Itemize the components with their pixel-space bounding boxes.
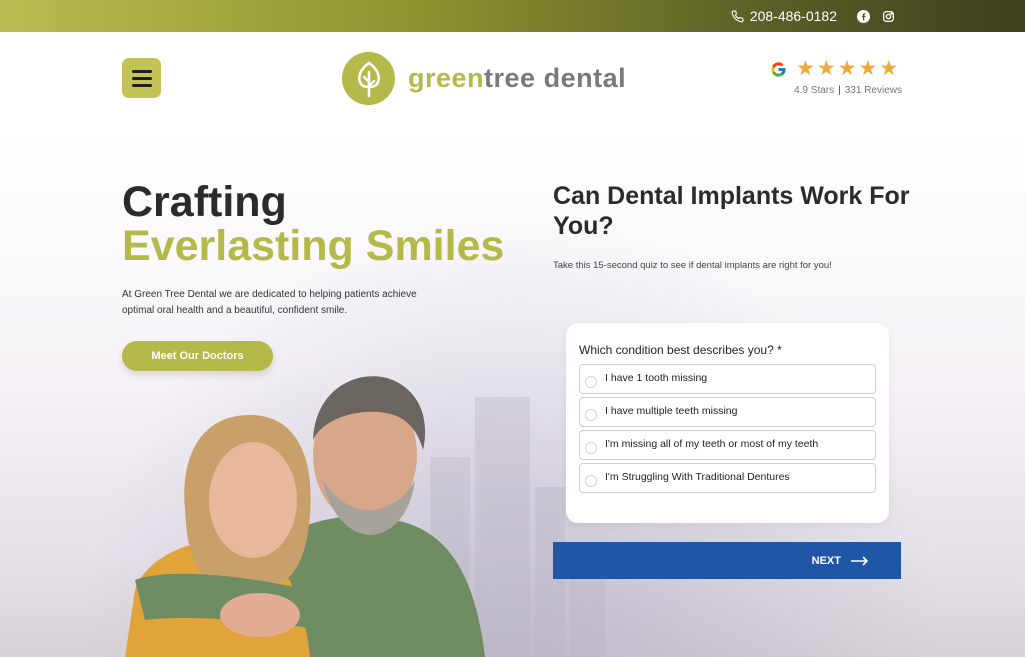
option-label: I have multiple teeth missing	[605, 405, 738, 417]
hero-title-line2: Everlasting Smiles	[122, 222, 505, 270]
quiz-option[interactable]: I'm Struggling With Traditional Dentures	[579, 463, 876, 493]
quiz-card: Which condition best describes you? * I …	[566, 323, 889, 523]
menu-bar	[131, 69, 152, 73]
star-icon: ★	[879, 57, 899, 80]
divider: |	[838, 85, 841, 96]
top-bar: 208-486-0182	[0, 0, 1025, 32]
radio-button[interactable]	[585, 441, 597, 454]
phone-link[interactable]: 208-486-0182	[731, 8, 837, 24]
hero-title: Crafting Everlasting Smiles	[122, 180, 504, 268]
star-icon: ★	[858, 57, 878, 80]
quiz-question: Which condition best describes you? *	[579, 343, 782, 357]
instagram-icon[interactable]	[882, 10, 895, 23]
quiz-title: Can Dental Implants Work For You?	[553, 182, 910, 240]
star-icon: ★	[796, 57, 815, 80]
hero-title-line1: Crafting	[122, 178, 287, 226]
logo-word-tree: tree	[484, 63, 536, 93]
option-label: I'm Struggling With Traditional Dentures	[605, 471, 790, 483]
star-icon: ★	[837, 57, 857, 80]
quiz-option[interactable]: I'm missing all of my teeth or most of m…	[579, 430, 876, 460]
logo-word-green: green	[408, 63, 485, 93]
menu-bar	[131, 76, 152, 80]
radio-button[interactable]	[585, 408, 597, 421]
radio-button[interactable]	[585, 474, 597, 487]
site-logo[interactable]: greentree dental	[342, 52, 626, 105]
phone-icon	[731, 10, 744, 22]
option-label: I have 1 tooth missing	[605, 372, 708, 384]
quiz-option[interactable]: I have multiple teeth missing	[579, 397, 876, 427]
phone-number: 208-486-0182	[749, 8, 837, 24]
review-count: 331 Reviews	[844, 85, 902, 96]
next-label: NEXT	[811, 554, 841, 567]
star-rating: ★ ★ ★ ★ ★	[796, 57, 899, 80]
next-button[interactable]: NEXT	[553, 542, 901, 579]
arrow-right-icon	[851, 555, 869, 566]
rating-text: 4.9 Stars	[794, 85, 835, 96]
meet-our-doctors-button[interactable]: Meet Our Doctors	[122, 341, 273, 371]
menu-bar	[131, 83, 152, 87]
quiz-subtitle: Take this 15-second quiz to see if denta…	[553, 260, 832, 271]
facebook-icon[interactable]	[857, 9, 870, 23]
tree-logo-icon	[342, 52, 395, 105]
hamburger-menu-button[interactable]	[122, 58, 161, 98]
option-label: I'm missing all of my teeth or most of m…	[605, 438, 819, 450]
couple-photo	[125, 376, 485, 657]
hero-description: At Green Tree Dental we are dedicated to…	[122, 289, 417, 316]
star-icon: ★	[816, 57, 836, 80]
logo-text: greentree dental	[408, 63, 626, 94]
google-icon	[768, 59, 788, 79]
logo-word-dental: dental	[543, 63, 627, 93]
quiz-option[interactable]: I have 1 tooth missing	[579, 364, 876, 394]
google-reviews[interactable]: ★ ★ ★ ★ ★ 4.9 Stars | 331 Reviews	[768, 57, 902, 96]
radio-button[interactable]	[585, 375, 597, 388]
